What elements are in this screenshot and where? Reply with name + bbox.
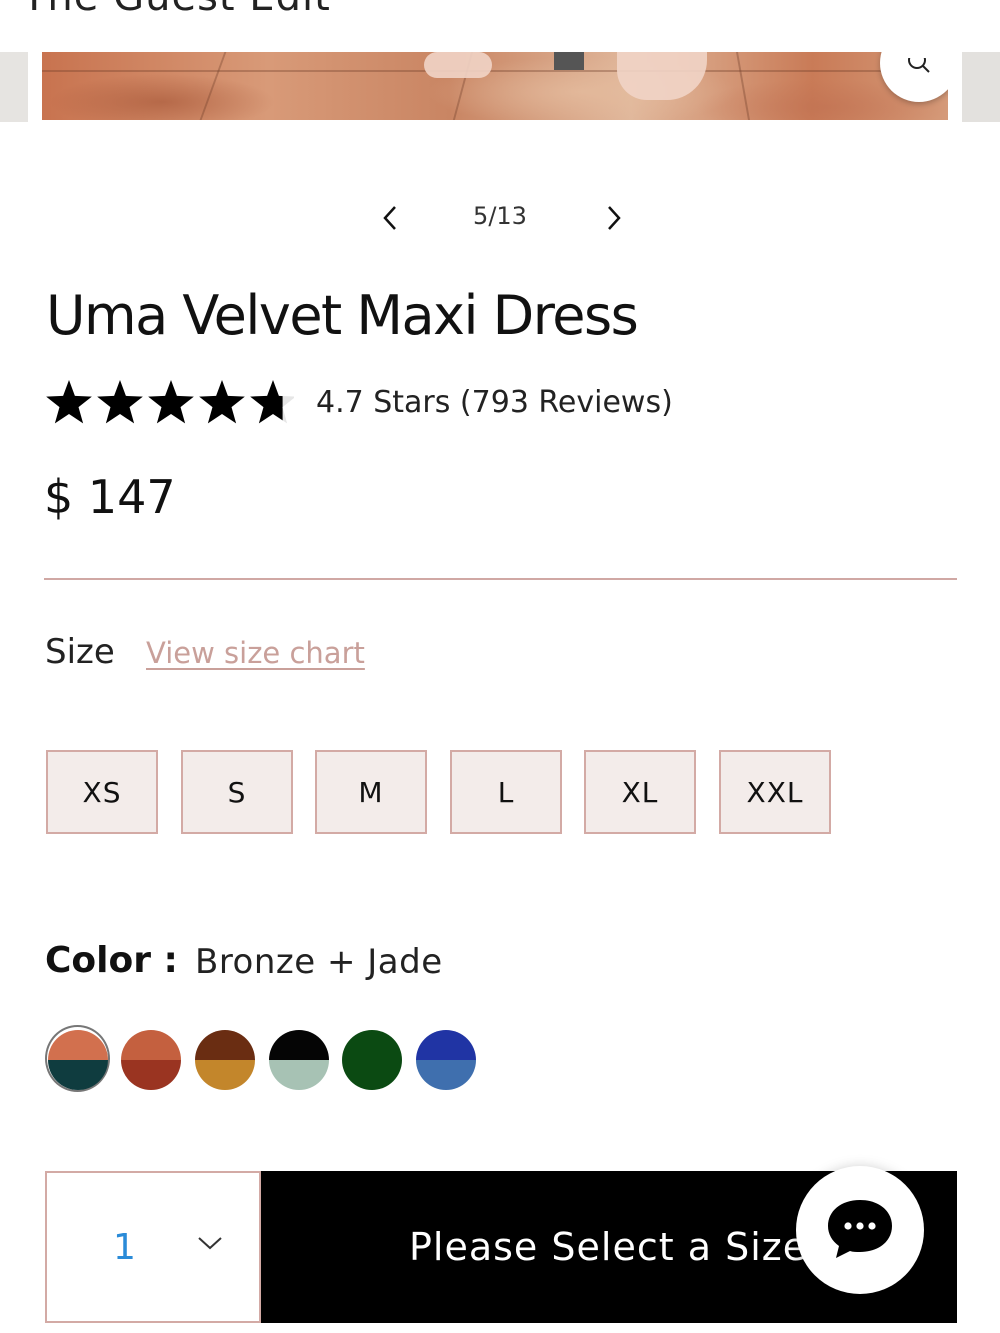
brand-logo[interactable]: The Guest Edit bbox=[22, 0, 331, 20]
zoom-icon bbox=[908, 58, 930, 73]
color-swatch[interactable] bbox=[48, 1030, 108, 1090]
carousel-pager: 5/13 bbox=[0, 196, 1000, 240]
product-image[interactable] bbox=[42, 52, 948, 120]
size-chart-link[interactable]: View size chart bbox=[146, 636, 365, 670]
quantity-value: 1 bbox=[113, 1227, 136, 1268]
size-option-s[interactable]: S bbox=[181, 750, 293, 834]
quantity-selector[interactable]: 1 bbox=[45, 1171, 261, 1323]
color-swatch[interactable] bbox=[416, 1030, 476, 1090]
size-option-xs[interactable]: XS bbox=[46, 750, 158, 834]
zoom-button[interactable] bbox=[880, 52, 948, 102]
star-icon bbox=[199, 380, 245, 424]
product-title: Uma Velvet Maxi Dress bbox=[46, 284, 639, 347]
chevron-left-icon bbox=[383, 206, 396, 230]
chevron-down-icon bbox=[198, 1237, 222, 1250]
star-icon bbox=[46, 380, 92, 424]
star-rating bbox=[44, 380, 294, 424]
chevron-right-icon bbox=[608, 206, 621, 230]
star-icon bbox=[148, 380, 194, 424]
star-icon bbox=[97, 380, 143, 424]
next-image-button[interactable] bbox=[596, 196, 632, 240]
product-image-carousel[interactable] bbox=[0, 52, 1000, 122]
selected-color-name: Bronze + Jade bbox=[195, 942, 443, 982]
section-divider bbox=[44, 578, 957, 580]
color-label: Color : bbox=[45, 940, 178, 981]
chat-button[interactable] bbox=[796, 1166, 924, 1294]
previous-slide-peek bbox=[0, 52, 28, 122]
color-swatch[interactable] bbox=[342, 1030, 402, 1090]
image-counter: 5/13 bbox=[473, 202, 527, 230]
add-to-cart-label: Please Select a Size bbox=[409, 1225, 808, 1269]
size-option-m[interactable]: M bbox=[315, 750, 427, 834]
color-swatch[interactable] bbox=[121, 1030, 181, 1090]
color-swatch[interactable] bbox=[195, 1030, 255, 1090]
size-option-l[interactable]: L bbox=[450, 750, 562, 834]
size-label: Size bbox=[45, 632, 115, 672]
next-slide-peek bbox=[962, 52, 1000, 122]
chat-bubble-icon bbox=[828, 1200, 892, 1258]
size-option-xl[interactable]: XL bbox=[584, 750, 696, 834]
product-rating[interactable]: 4.7 Stars (793 Reviews) bbox=[44, 378, 673, 426]
site-header: The Guest Edit bbox=[0, 0, 1000, 52]
previous-image-button[interactable] bbox=[372, 196, 408, 240]
rating-summary[interactable]: 4.7 Stars (793 Reviews) bbox=[316, 385, 673, 420]
color-swatch[interactable] bbox=[269, 1030, 329, 1090]
size-option-xxl[interactable]: XXL bbox=[719, 750, 831, 834]
product-price: $ 147 bbox=[44, 470, 176, 524]
